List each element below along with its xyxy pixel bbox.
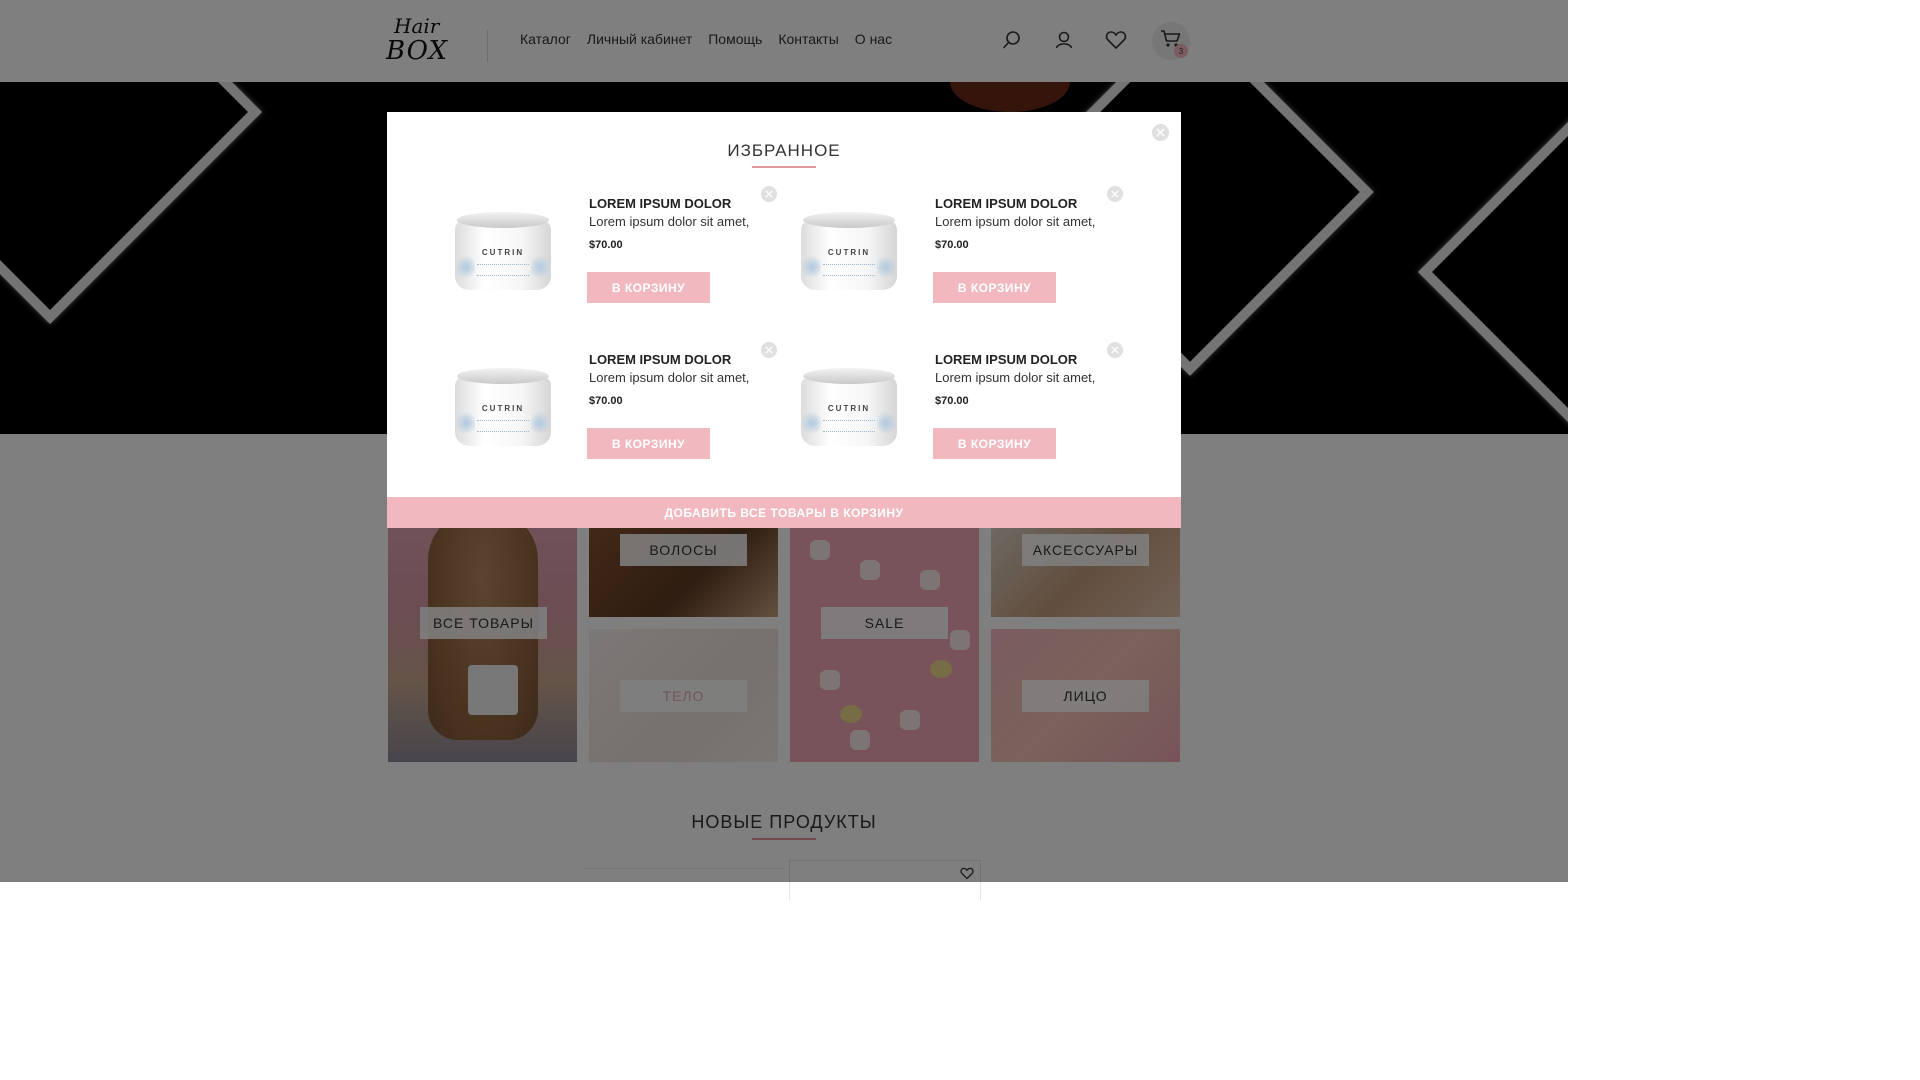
product-name[interactable]: LOREM IPSUM DOLOR [935, 196, 1077, 211]
add-all-to-cart-button[interactable]: ДОБАВИТЬ ВСЕ ТОВАРЫ В КОРЗИНУ [387, 497, 1181, 528]
product-price: $70.00 [935, 395, 969, 407]
product-image[interactable]: CUTRIN [801, 368, 897, 450]
favorite-item: CUTRIN LOREM IPSUM DOLOR Lorem ipsum dol… [733, 342, 1123, 480]
jar-lid [457, 368, 549, 384]
jar-body: CUTRIN [455, 220, 551, 290]
product-description: Lorem ipsum dolor sit amet, [589, 370, 750, 385]
product-price: $70.00 [589, 395, 623, 407]
jar-label-lines [823, 264, 875, 276]
product-brand: CUTRIN [481, 248, 525, 257]
jar-lid [803, 212, 895, 228]
jar-lid [803, 368, 895, 384]
add-to-cart-button[interactable]: В КОРЗИНУ [933, 272, 1056, 303]
add-to-cart-button[interactable]: В КОРЗИНУ [587, 428, 710, 459]
jar-label-lines [477, 264, 529, 276]
favorite-item: CUTRIN LOREM IPSUM DOLOR Lorem ipsum dol… [733, 186, 1123, 324]
favorite-item: CUTRIN LOREM IPSUM DOLOR Lorem ipsum dol… [387, 186, 777, 324]
product-image[interactable]: CUTRIN [455, 212, 551, 294]
jar-body: CUTRIN [801, 376, 897, 446]
product-name[interactable]: LOREM IPSUM DOLOR [589, 196, 731, 211]
jar-label-lines [477, 420, 529, 432]
product-description: Lorem ipsum dolor sit amet, [935, 214, 1096, 229]
jar-body: CUTRIN [801, 220, 897, 290]
modal-title: ИЗБРАННОЕ [727, 141, 841, 160]
product-price: $70.00 [935, 239, 969, 251]
jar-label-lines [823, 420, 875, 432]
product-description: Lorem ipsum dolor sit amet, [935, 370, 1096, 385]
remove-icon[interactable] [1107, 342, 1123, 358]
product-description: Lorem ipsum dolor sit amet, [589, 214, 750, 229]
add-to-cart-button[interactable]: В КОРЗИНУ [587, 272, 710, 303]
product-price: $70.00 [589, 239, 623, 251]
product-brand: CUTRIN [827, 404, 871, 413]
close-icon[interactable] [1152, 124, 1169, 141]
product-name[interactable]: LOREM IPSUM DOLOR [935, 352, 1077, 367]
jar-body: CUTRIN [455, 376, 551, 446]
product-name[interactable]: LOREM IPSUM DOLOR [589, 352, 731, 367]
product-image[interactable]: CUTRIN [801, 212, 897, 294]
product-image[interactable]: CUTRIN [455, 368, 551, 450]
title-underline [752, 166, 816, 168]
jar-lid [457, 212, 549, 228]
remove-icon[interactable] [1107, 186, 1123, 202]
product-brand: CUTRIN [481, 404, 525, 413]
favorites-modal: ИЗБРАННОЕ CUTRIN LOREM IPSUM DOLOR Lorem… [387, 112, 1181, 528]
add-to-cart-button[interactable]: В КОРЗИНУ [933, 428, 1056, 459]
favorite-item: CUTRIN LOREM IPSUM DOLOR Lorem ipsum dol… [387, 342, 777, 480]
product-brand: CUTRIN [827, 248, 871, 257]
